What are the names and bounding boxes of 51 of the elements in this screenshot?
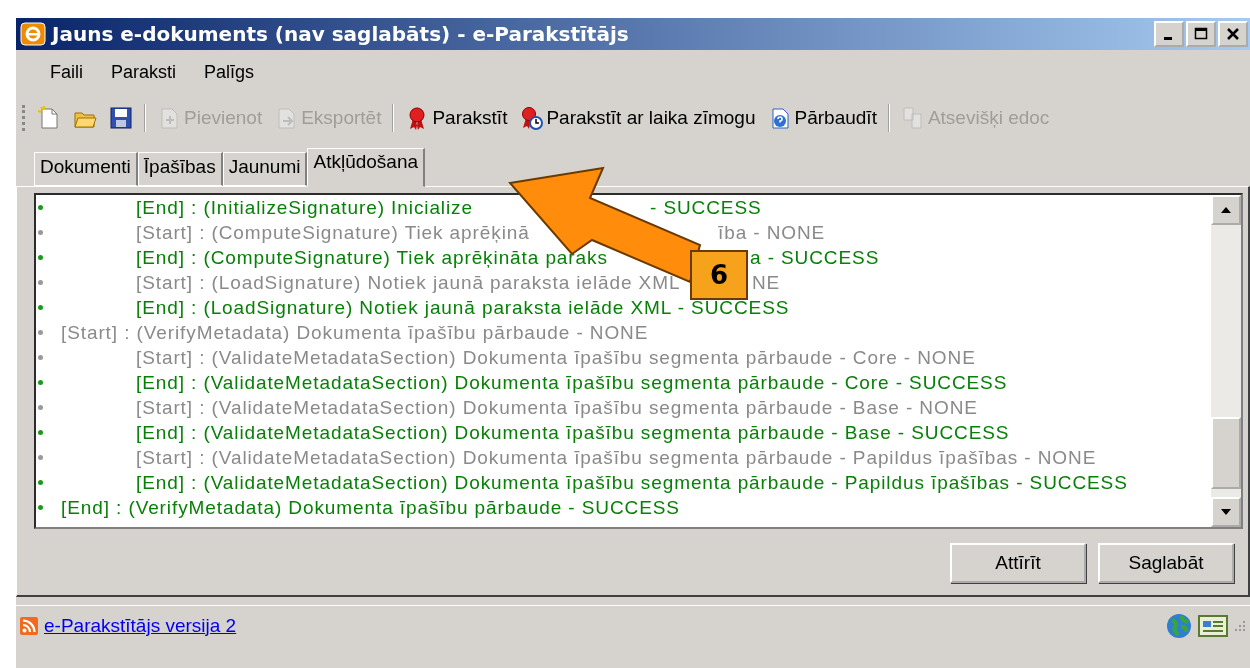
toolbar-grip[interactable] xyxy=(22,105,28,131)
menu-item[interactable]: Paraksti xyxy=(97,57,191,87)
up-arrow-icon xyxy=(1220,206,1232,214)
maximize-icon xyxy=(1194,27,1208,41)
log-entry: [Start] : (ValidateMetadataSection) Dokumenta īpašību segmenta pārbaude - Core - NONE xyxy=(136,346,976,369)
log-entry: ība - NONE xyxy=(718,221,826,244)
scroll-thumb[interactable] xyxy=(1211,417,1241,489)
log-entry: [Start] : (LoadSignature) Notiek jaunā paraksta ielāde XML xyxy=(136,271,681,294)
resize-grip-icon[interactable] xyxy=(1234,620,1246,632)
log-entry: [End] : (ValidateMetadataSection) Dokumenta īpašību segmenta pārbaude - Core - SUCCESS xyxy=(136,371,1008,394)
scroll-up-button[interactable] xyxy=(1211,195,1241,225)
step-number-badge: 6 xyxy=(690,250,748,300)
app-logo-icon xyxy=(20,22,46,46)
log-entry: - SUCCESS xyxy=(650,196,762,219)
log-entry: [Start] : (VerifyMetadata) Dokumenta īpašību pārbaude - NONE xyxy=(61,321,649,344)
scroll-bar[interactable] xyxy=(1211,195,1241,527)
log-entry: [End] : (ValidateMetadataSection) Dokumenta īpašību segmenta pārbaude - Base - SUCCESS xyxy=(136,421,1010,444)
log-entry: a - SUCCESS xyxy=(750,246,880,269)
toolbar-button[interactable]: Parakstīt xyxy=(402,104,511,132)
log-entry: NE xyxy=(752,271,781,294)
close-icon xyxy=(1226,27,1240,41)
menu-item[interactable]: Faili xyxy=(36,57,97,87)
log-entry: [Start] : (ValidateMetadataSection) Dokumenta īpašību segmenta pārbaude - Base - NONE xyxy=(136,396,978,419)
log-entry: [Start] : (ValidateMetadataSection) Dokumenta īpašību segmenta pārbaude - Papildus īpašības - NONE xyxy=(136,446,1097,469)
log-entry: [End] : (VerifyMetadata) Dokumenta īpašību pārbaude - SUCCESS xyxy=(61,496,680,519)
log-entry: [End] : (ValidateMetadataSection) Dokumenta īpašību segmenta pārbaude - Papildus īpašības - SUCCESS xyxy=(136,471,1128,494)
log-entry: [End] : (InitializeSignature) Inicialize xyxy=(136,196,473,219)
globe-icon[interactable] xyxy=(1166,613,1192,639)
minimize-icon xyxy=(1163,36,1172,40)
tab[interactable]: Atkļūdošana xyxy=(307,148,426,187)
toolbar-button[interactable]: Pārbaudīt xyxy=(764,104,880,132)
tab[interactable]: Īpašības xyxy=(137,152,223,186)
down-arrow-icon xyxy=(1220,508,1232,516)
menu-item[interactable]: Palīgs xyxy=(190,57,269,87)
toolbar-button[interactable]: Parakstīt ar laika zīmogu xyxy=(516,104,759,132)
documents-icon xyxy=(900,106,925,130)
ribbon-clock-icon xyxy=(519,106,544,130)
action-button[interactable]: Attīrīt xyxy=(950,543,1086,583)
close-button[interactable] xyxy=(1218,21,1248,47)
log-entry: [End] : (ComputeSignature) Tiek aprēķināta paraks xyxy=(136,246,608,269)
action-button[interactable]: Saglabāt xyxy=(1098,543,1234,583)
scroll-down-button[interactable] xyxy=(1211,497,1241,527)
maximize-button[interactable] xyxy=(1186,21,1216,47)
log-entry: [Start] : (ComputeSignature) Tiek aprēķinā xyxy=(136,221,530,244)
tab[interactable]: Jaunumi xyxy=(222,152,308,186)
certificate-card-icon[interactable] xyxy=(1198,614,1228,638)
minimize-button[interactable] xyxy=(1154,21,1184,47)
rss-icon xyxy=(20,617,38,635)
tab[interactable]: Dokumenti xyxy=(34,152,138,186)
version-link[interactable]: e-Parakstītājs versija 2 xyxy=(44,615,237,637)
window-title: Jauns e-dokuments (nav saglabāts) - e-Parakstītājs xyxy=(52,22,629,46)
